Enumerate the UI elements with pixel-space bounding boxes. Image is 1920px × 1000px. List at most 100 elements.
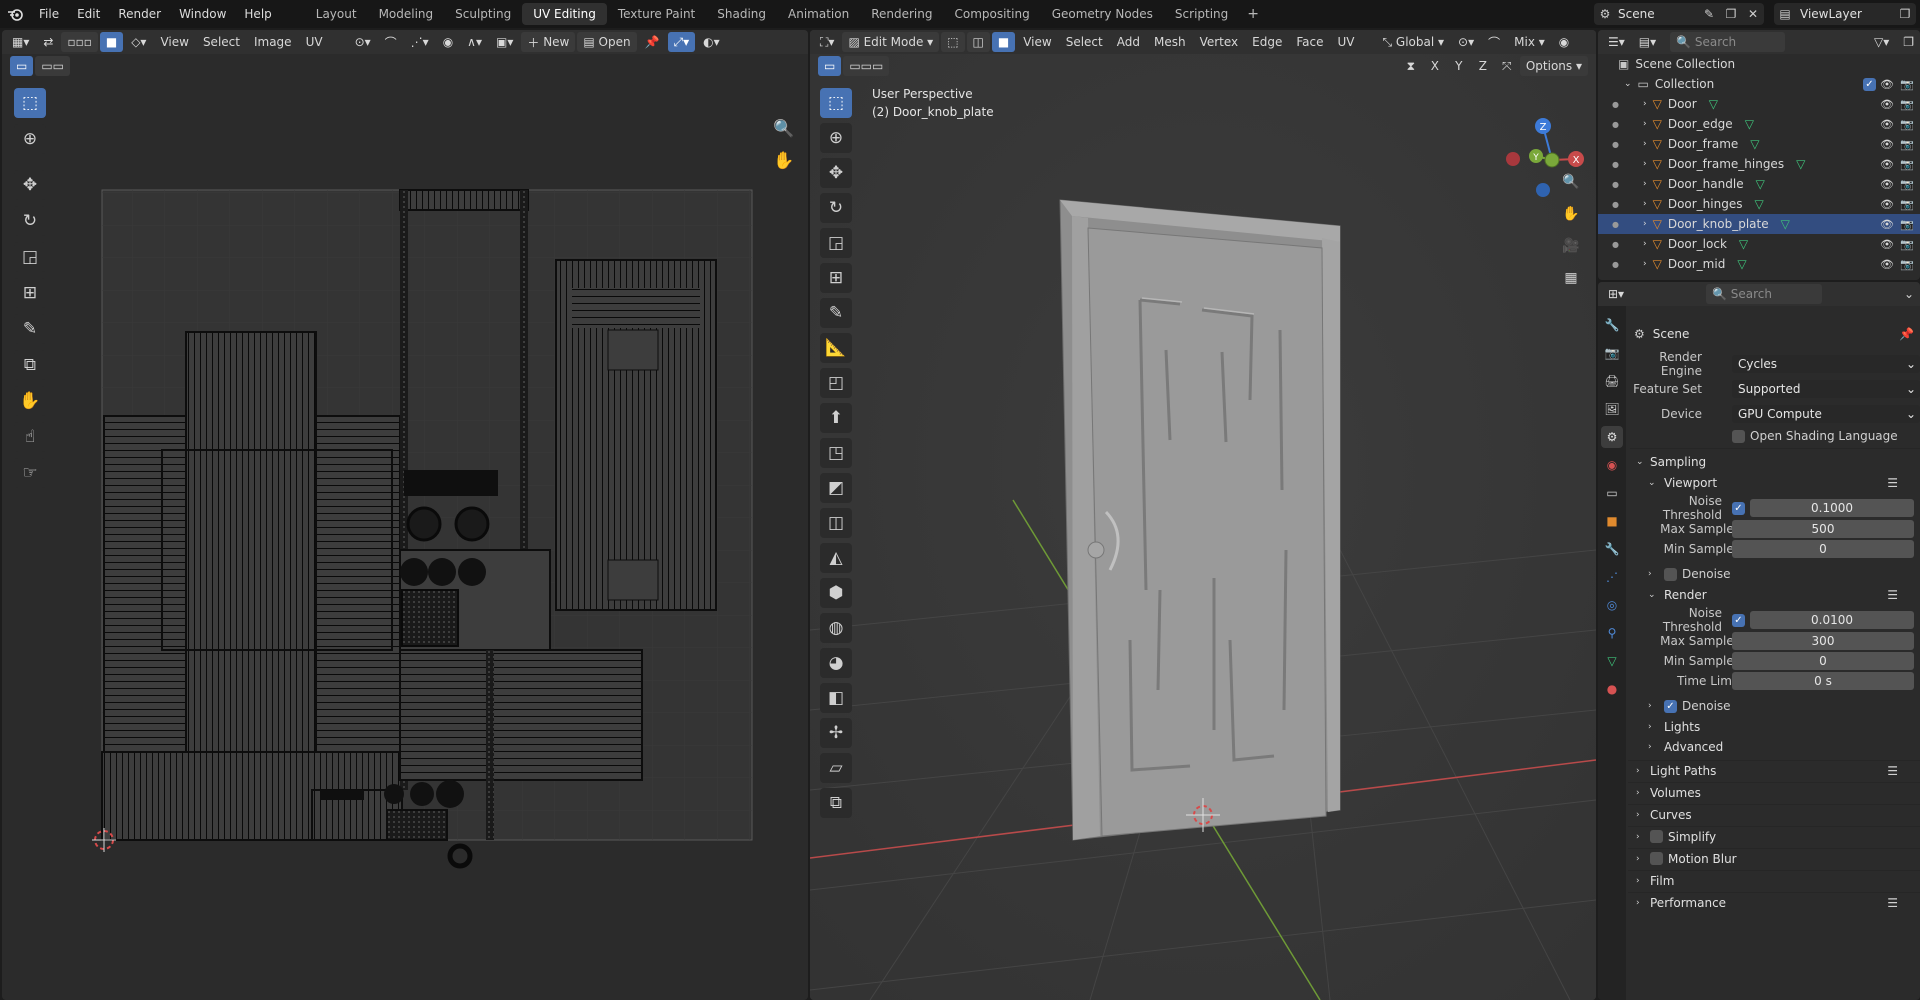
menu-file[interactable]: File <box>30 0 68 28</box>
visibility-icon[interactable]: 👁 <box>1880 238 1894 251</box>
render-visibility-icon[interactable]: 📷 <box>1900 238 1914 251</box>
rip-region-tool-icon[interactable]: ⧉ <box>820 788 852 818</box>
visibility-icon[interactable]: 👁 <box>1880 98 1894 111</box>
pin-icon[interactable]: ✎ <box>1698 5 1720 23</box>
add-workspace-button[interactable]: + <box>1239 6 1267 22</box>
outliner-item[interactable]: ● › ▽ Door_frame ▽ 👁 📷 <box>1598 134 1920 154</box>
visibility-icon[interactable]: 👁 <box>1880 158 1894 171</box>
viewport-denoise-expand-icon[interactable]: › <box>1648 569 1652 579</box>
panel-expand-icon[interactable]: › <box>1636 788 1640 798</box>
new-view-layer-icon[interactable]: ❐ <box>1894 5 1916 23</box>
panel-header[interactable]: › Light Paths ☰ <box>1628 760 1920 780</box>
edge-select-icon[interactable]: ◫ <box>966 32 990 52</box>
shear-tool-icon[interactable]: ▱ <box>820 753 852 783</box>
collection-tab-icon[interactable]: ▭ <box>1601 482 1623 504</box>
expand-arrow-icon[interactable]: › <box>1643 259 1647 269</box>
orientation-selector[interactable]: ⤡ Global ▾ <box>1376 32 1450 52</box>
panel-header[interactable]: › Performance ☰ <box>1628 892 1920 912</box>
render-engine-select[interactable]: Cycles ⌄ <box>1732 355 1920 373</box>
visibility-icon[interactable]: 👁 <box>1880 178 1894 191</box>
viewport-min-samples-field[interactable]: 0 <box>1732 540 1914 558</box>
mode-selector[interactable]: ▨ Edit Mode ▾ <box>842 32 940 52</box>
vp-transform-tool-icon[interactable]: ⊞ <box>820 263 852 293</box>
tab-geometry-nodes[interactable]: Geometry Nodes <box>1041 3 1164 25</box>
outliner-editor-type-icon[interactable]: ☰▾ <box>1602 32 1631 52</box>
poly-build-tool-icon[interactable]: ⬢ <box>820 578 852 608</box>
panel-presets-icon[interactable]: ☰ <box>1887 764 1898 778</box>
render-visibility-icon[interactable]: 📷 <box>1900 98 1914 111</box>
vp-pan-icon[interactable]: ✋ <box>1558 202 1584 226</box>
expand-arrow-icon[interactable]: › <box>1643 239 1647 249</box>
outliner-collection[interactable]: ⌄ ▭ Collection ✓ 👁 📷 <box>1598 74 1920 94</box>
advanced-expand-icon[interactable]: › <box>1648 742 1652 752</box>
render-noise-threshold-field[interactable]: 0.0100 <box>1750 611 1914 629</box>
constraints-tab-icon[interactable]: ⚲ <box>1601 622 1623 644</box>
viewport-expand-icon[interactable]: ⌄ <box>1648 478 1656 488</box>
door-model[interactable] <box>1059 199 1341 841</box>
vp-select-box-icon[interactable]: ▭ <box>818 56 842 76</box>
tab-layout[interactable]: Layout <box>305 3 368 25</box>
panel-header[interactable]: › Film <box>1628 870 1920 890</box>
render-visibility-icon[interactable]: 📷 <box>1900 198 1914 211</box>
vp-menu-mesh[interactable]: Mesh <box>1148 32 1192 52</box>
render-tab-icon[interactable]: 📷 <box>1601 342 1623 364</box>
new-scene-icon[interactable]: ❐ <box>1720 5 1742 23</box>
collection-checkbox[interactable]: ✓ <box>1863 77 1876 91</box>
scene-selector[interactable]: ⚙ Scene ✎ ❐ ✕ <box>1594 3 1764 25</box>
vertex-select-icon[interactable]: ⬚ <box>941 32 965 52</box>
viewport-noise-threshold-checkbox[interactable]: ✓ <box>1732 501 1745 515</box>
tab-uv-editing[interactable]: UV Editing <box>522 3 607 25</box>
render-subpanel-header[interactable]: ⌄ Render ☰ <box>1628 585 1920 605</box>
viewport-denoise-row[interactable]: › Denoise <box>1628 564 1920 584</box>
sampling-panel-header[interactable]: ⌄ Sampling <box>1628 452 1920 472</box>
vp-menu-uv[interactable]: UV <box>1331 32 1360 52</box>
expand-arrow-icon[interactable]: › <box>1643 179 1647 189</box>
render-presets-icon[interactable]: ☰ <box>1887 588 1898 602</box>
vp-camera-icon[interactable]: 🎥 <box>1558 234 1584 258</box>
shrink-fatten-tool-icon[interactable]: ✢ <box>820 718 852 748</box>
outliner-search-input[interactable]: 🔍 Search <box>1670 32 1786 52</box>
render-visibility-icon[interactable]: 📷 <box>1900 258 1914 271</box>
collection-render-icon[interactable]: 📷 <box>1900 78 1914 91</box>
tab-modeling[interactable]: Modeling <box>368 3 445 25</box>
snapping-icon[interactable]: ⌒ <box>1482 32 1506 52</box>
visibility-icon[interactable]: 👁 <box>1880 118 1894 131</box>
outliner-item[interactable]: ● › ▽ Door_hinges ▽ 👁 📷 <box>1598 194 1920 214</box>
smooth-tool-icon[interactable]: ◕ <box>820 648 852 678</box>
filter-icon[interactable]: ▽▾ <box>1868 32 1895 52</box>
vp-menu-edge[interactable]: Edge <box>1246 32 1288 52</box>
render-visibility-icon[interactable]: 📷 <box>1900 218 1914 231</box>
visibility-icon[interactable]: 👁 <box>1880 218 1894 231</box>
tab-compositing[interactable]: Compositing <box>943 3 1040 25</box>
lights-expand-icon[interactable]: › <box>1648 722 1652 732</box>
vp-menu-face[interactable]: Face <box>1290 32 1329 52</box>
viewport-max-samples-field[interactable]: 500 <box>1732 520 1914 538</box>
outliner-item[interactable]: ● › ▽ Door_edge ▽ 👁 📷 <box>1598 114 1920 134</box>
panel-expand-icon[interactable]: › <box>1636 876 1640 886</box>
mirror-icon[interactable]: ⧗ <box>1400 56 1422 76</box>
expand-arrow-icon[interactable]: › <box>1643 99 1647 109</box>
visibility-icon[interactable]: 👁 <box>1880 138 1894 151</box>
options-dropdown[interactable]: Options ▾ <box>1519 56 1588 76</box>
auto-merge-icon[interactable]: ⤧ <box>1496 56 1518 76</box>
tab-rendering[interactable]: Rendering <box>860 3 943 25</box>
expand-arrow-icon[interactable]: › <box>1643 219 1647 229</box>
outliner-scene-collection[interactable]: ▣ Scene Collection <box>1598 54 1920 74</box>
panel-expand-icon[interactable]: › <box>1636 810 1640 820</box>
mirror-y-button[interactable]: Y <box>1448 56 1470 76</box>
particles-tab-icon[interactable]: ⋰ <box>1601 566 1623 588</box>
vp-select-mode-icon[interactable]: ▭▭▭ <box>843 56 890 76</box>
properties-pin-icon[interactable]: 📌 <box>1899 327 1914 341</box>
panel-expand-icon[interactable]: › <box>1636 854 1640 864</box>
render-time-limit-field[interactable]: 0 s <box>1732 672 1914 690</box>
expand-arrow-icon[interactable]: › <box>1643 119 1647 129</box>
door-knob-mesh[interactable] <box>1087 541 1105 559</box>
output-tab-icon[interactable]: 🖨 <box>1601 370 1623 392</box>
viewport-presets-icon[interactable]: ☰ <box>1887 476 1898 490</box>
gizmo-neg-x-icon[interactable] <box>1506 152 1520 166</box>
render-denoise-row[interactable]: › ✓ Denoise <box>1628 696 1920 716</box>
panel-expand-icon[interactable]: › <box>1636 832 1640 842</box>
scene-tab-icon[interactable]: ⚙ <box>1601 426 1623 448</box>
collection-visibility-icon[interactable]: 👁 <box>1880 78 1894 91</box>
panel-expand-icon[interactable]: › <box>1636 898 1640 908</box>
